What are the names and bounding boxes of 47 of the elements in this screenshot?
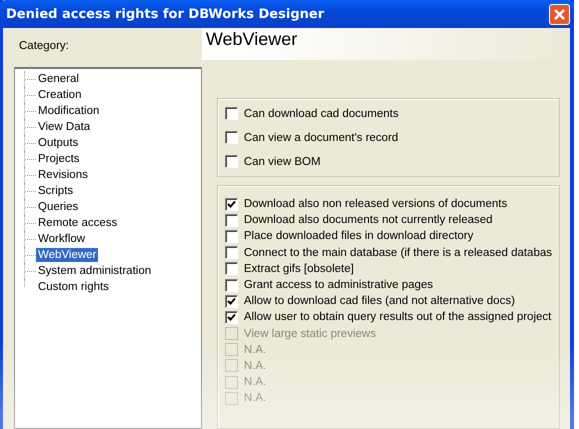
checkbox[interactable] xyxy=(224,262,238,276)
option-label: Allow user to obtain query results out of the assigned project xyxy=(244,311,552,324)
checkbox[interactable] xyxy=(224,198,238,211)
option-label: N.A. xyxy=(244,376,266,388)
page-title: WebViewer xyxy=(206,29,298,49)
checkbox[interactable] xyxy=(224,278,238,292)
option-label: Can view a document's record xyxy=(244,132,398,144)
tree-item[interactable]: Scripts xyxy=(36,184,76,198)
tree-item[interactable]: Remote access xyxy=(36,216,120,230)
checkbox[interactable] xyxy=(224,294,238,308)
tree-item[interactable]: View Data xyxy=(36,120,92,134)
close-icon xyxy=(553,8,566,20)
option-label: Download also non released versions of documents xyxy=(244,198,508,210)
option-label: Extract gifs [obsolete] xyxy=(244,262,354,275)
tree-item[interactable]: Custom rights xyxy=(36,280,111,294)
tree-item[interactable]: WebViewer xyxy=(36,248,98,262)
checkbox[interactable] xyxy=(224,246,238,260)
option-label: Allow to download cad files (and not alternative docs) xyxy=(244,295,515,308)
option-label: Place downloaded files in download directory xyxy=(244,230,474,242)
tree-item[interactable]: Modification xyxy=(36,104,102,118)
tree-item[interactable]: Creation xyxy=(36,88,84,102)
tree-item[interactable]: Projects xyxy=(36,152,82,166)
option-label: Grant access to administrative pages xyxy=(244,279,434,292)
category-label: Category: xyxy=(18,39,70,54)
tree-item[interactable]: System administration xyxy=(36,264,154,278)
close-button[interactable] xyxy=(549,4,570,24)
tree-item[interactable]: Workflow xyxy=(36,232,88,246)
option-label: Connect to the main database (if there is a released databas xyxy=(244,246,552,259)
tree-item[interactable]: General xyxy=(36,72,81,86)
tree-item[interactable]: Revisions xyxy=(36,168,90,182)
window-title: Denied access rights for DBWorks Designer xyxy=(6,6,324,22)
option-label: N.A. xyxy=(244,392,266,404)
check-icon xyxy=(226,200,236,209)
checkbox[interactable] xyxy=(224,230,238,243)
tree-item[interactable]: Outputs xyxy=(36,136,80,150)
checkbox[interactable] xyxy=(224,107,238,120)
checkbox[interactable] xyxy=(224,155,238,168)
option-label: View large static previews xyxy=(244,328,376,340)
checkbox[interactable] xyxy=(224,131,238,144)
option-label: N.A. xyxy=(244,344,266,356)
option-label: Can view BOM xyxy=(244,156,321,168)
option-label: Download also documents not currently released xyxy=(244,214,493,226)
option-label: N.A. xyxy=(244,360,266,372)
tree-item[interactable]: Queries xyxy=(36,200,80,214)
checkbox[interactable] xyxy=(224,310,238,324)
checkbox[interactable] xyxy=(224,214,238,227)
option-label: Can download cad documents xyxy=(244,108,399,120)
